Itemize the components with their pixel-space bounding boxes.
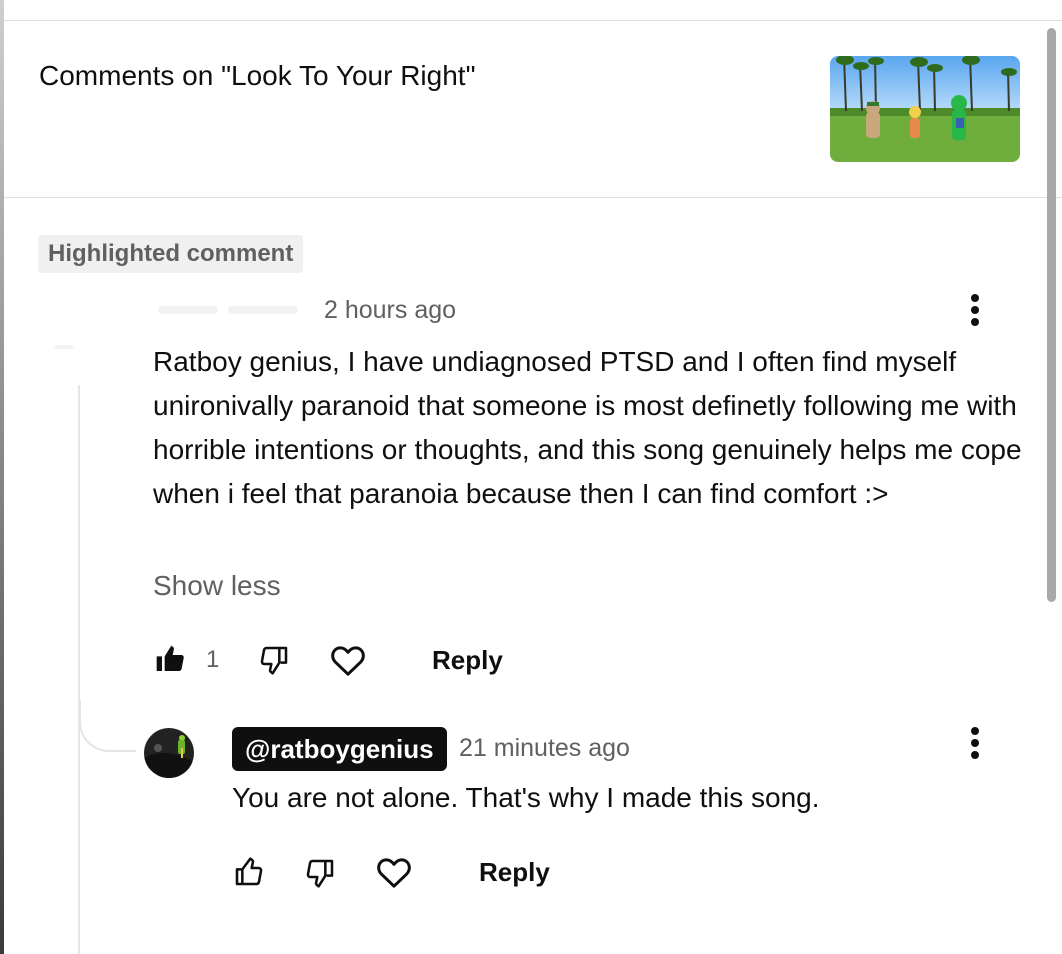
reply-like-button[interactable]: [233, 856, 265, 893]
reply-more-actions-icon[interactable]: [963, 723, 987, 763]
top-divider: [4, 20, 1062, 21]
reply-heart-button[interactable]: [373, 852, 415, 897]
video-thumbnail-image: [830, 56, 1020, 162]
page-title: Comments on "Look To Your Right": [39, 60, 476, 91]
reply-button[interactable]: Reply: [432, 645, 503, 676]
thumbs-down-icon: [260, 646, 288, 675]
heart-icon: [377, 858, 411, 888]
show-less-button[interactable]: Show less: [153, 570, 281, 602]
like-button[interactable]: [154, 643, 186, 680]
heart-icon: [331, 646, 365, 676]
redacted-avatar: [54, 345, 74, 349]
thumbs-up-filled-icon: [156, 645, 184, 671]
like-count: 1: [206, 646, 220, 673]
comment-timestamp[interactable]: 2 hours ago: [324, 296, 456, 325]
heart-button[interactable]: [327, 640, 369, 685]
scrollbar-thumb[interactable]: [1047, 28, 1056, 602]
creator-handle[interactable]: @ratboygenius: [232, 727, 447, 771]
video-thumbnail[interactable]: [830, 56, 1020, 162]
thumbs-up-icon: [235, 857, 263, 886]
thumbs-down-icon: [306, 859, 334, 888]
more-actions-icon[interactable]: [963, 290, 987, 330]
highlighted-comment-badge: Highlighted comment: [38, 235, 304, 273]
reply-dislike-button[interactable]: [304, 857, 336, 894]
creator-avatar-image: [144, 728, 194, 778]
comments-panel: Comments on "Look To Your Right" Highlig…: [4, 0, 1062, 954]
thread-line: [78, 385, 80, 954]
reply-text: You are not alone. That's why I made thi…: [232, 782, 820, 813]
thread-connector: [79, 700, 136, 752]
avatar[interactable]: [144, 728, 194, 778]
header-divider: [4, 197, 1062, 198]
comment-text: Ratboy genius, I have undiagnosed PTSD a…: [153, 346, 1022, 509]
redacted-author-name: [158, 300, 308, 320]
reply-reply-button[interactable]: Reply: [479, 857, 550, 888]
dislike-button[interactable]: [258, 644, 290, 681]
reply-timestamp[interactable]: 21 minutes ago: [459, 734, 630, 763]
